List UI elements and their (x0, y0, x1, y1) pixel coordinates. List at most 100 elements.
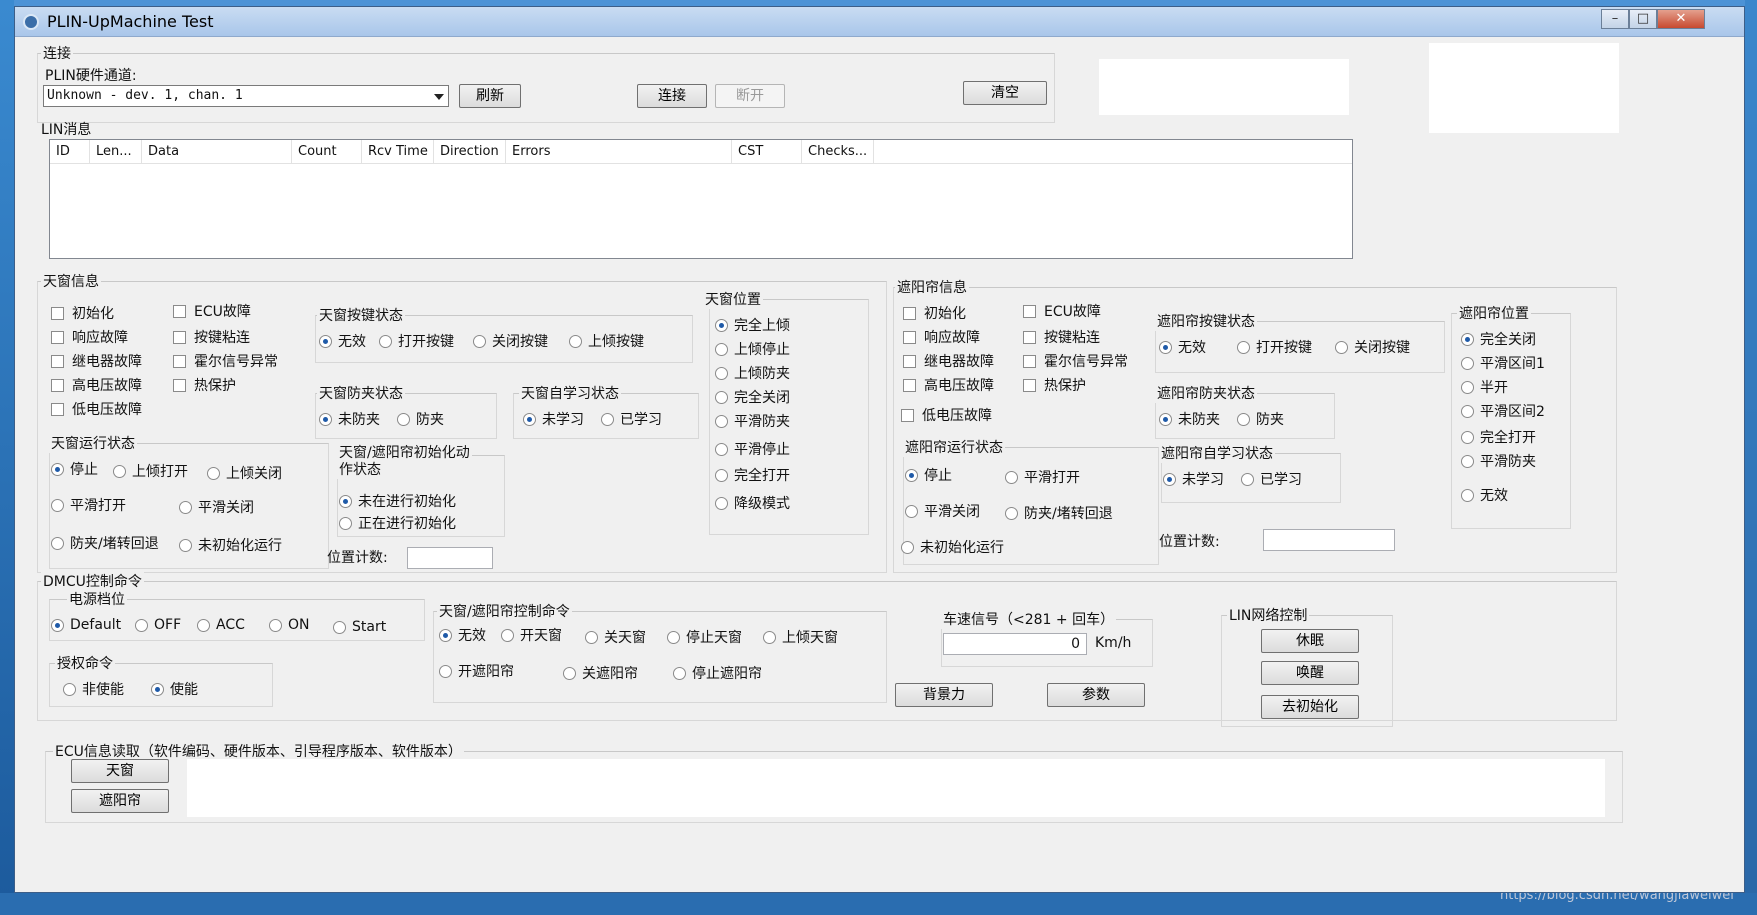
control-cmd-radio[interactable]: 开遮阳帘 (439, 661, 514, 681)
minimize-button[interactable]: – (1601, 9, 1629, 29)
shade-fault-checkbox[interactable]: 继电器故障 (903, 351, 994, 371)
sunroof-pinch-radio[interactable]: 未防夹 (319, 409, 380, 429)
shade-pinch-radio[interactable]: 防夹 (1237, 409, 1284, 429)
sunroof-position-radio[interactable]: 完全上倾 (715, 315, 790, 335)
auth-radio[interactable]: 非使能 (63, 679, 124, 699)
control-cmd-radio[interactable]: 开天窗 (501, 625, 562, 645)
sunroof-position-radio[interactable]: 上倾防夹 (715, 363, 790, 383)
sunroof-key-state-radio[interactable]: 关闭按键 (473, 331, 548, 351)
sunroof-run-state-radio[interactable]: 上倾关闭 (207, 463, 282, 483)
shade-key-state-radio[interactable]: 打开按键 (1237, 337, 1312, 357)
shade-fault-checkbox[interactable]: ECU故障 (1023, 301, 1101, 321)
shade-learn-radio[interactable]: 未学习 (1163, 469, 1224, 489)
lin-message-list[interactable]: ID Len... Data Count Rcv Time Direction … (49, 139, 1353, 259)
shade-fault-checkbox[interactable]: 按键粘连 (1023, 327, 1100, 347)
shade-position-radio[interactable]: 平滑区间1 (1461, 353, 1545, 373)
channel-select[interactable]: Unknown - dev. 1, chan. 1 (43, 85, 449, 107)
sunroof-position-count-input[interactable] (407, 547, 493, 569)
clear-button[interactable]: 清空 (963, 81, 1047, 105)
sunroof-run-state-radio[interactable]: 平滑打开 (51, 495, 126, 515)
close-button[interactable]: ✕ (1657, 9, 1705, 29)
shade-learn-radio[interactable]: 已学习 (1241, 469, 1302, 489)
shade-position-radio[interactable]: 平滑区间2 (1461, 401, 1545, 421)
shade-run-state-radio[interactable]: 防夹/堵转回退 (1005, 503, 1113, 523)
shade-run-state-radio[interactable]: 平滑打开 (1005, 467, 1080, 487)
sunroof-key-state-radio[interactable]: 无效 (319, 331, 366, 351)
shade-fault-checkbox[interactable]: 高电压故障 (903, 375, 994, 395)
shade-fault-checkbox[interactable]: 热保护 (1023, 375, 1086, 395)
power-radio[interactable]: Default (51, 617, 121, 633)
column-header[interactable]: Count (292, 140, 362, 164)
shade-pinch-radio[interactable]: 未防夹 (1159, 409, 1220, 429)
sunroof-fault-checkbox[interactable]: 霍尔信号异常 (173, 351, 278, 371)
sunroof-fault-checkbox[interactable]: 响应故障 (51, 327, 128, 347)
sunroof-fault-checkbox[interactable]: ECU故障 (173, 301, 251, 321)
sunroof-position-radio[interactable]: 上倾停止 (715, 339, 790, 359)
auth-radio[interactable]: 使能 (151, 679, 198, 699)
power-radio[interactable]: ON (269, 617, 310, 633)
column-header[interactable]: CST (732, 140, 802, 164)
disconnect-button[interactable]: 断开 (715, 84, 785, 108)
column-header[interactable]: Len... (90, 140, 142, 164)
backlight-button[interactable]: 背景力 (895, 683, 993, 707)
sunroof-fault-checkbox[interactable]: 低电压故障 (51, 399, 142, 419)
sunroof-position-radio[interactable]: 完全关闭 (715, 387, 790, 407)
column-header[interactable]: Direction (434, 140, 506, 164)
chevron-down-icon[interactable] (434, 94, 444, 100)
power-radio[interactable]: ACC (197, 617, 245, 633)
sunroof-run-state-radio[interactable]: 平滑关闭 (179, 497, 254, 517)
init-state-radio[interactable]: 正在进行初始化 (339, 513, 456, 533)
sunroof-position-radio[interactable]: 降级模式 (715, 493, 790, 513)
sunroof-fault-checkbox[interactable]: 按键粘连 (173, 327, 250, 347)
title-bar[interactable]: PLIN-UpMachine Test – □ ✕ (15, 7, 1744, 37)
shade-run-state-radio[interactable]: 未初始化运行 (901, 537, 1004, 557)
control-cmd-radio[interactable]: 停止天窗 (667, 627, 742, 647)
shade-position-radio[interactable]: 完全打开 (1461, 427, 1536, 447)
shade-position-radio[interactable]: 无效 (1461, 485, 1508, 505)
shade-position-radio[interactable]: 半开 (1461, 377, 1508, 397)
maximize-button[interactable]: □ (1629, 9, 1657, 29)
shade-position-radio[interactable]: 平滑防夹 (1461, 451, 1536, 471)
sunroof-run-state-radio[interactable]: 上倾打开 (113, 461, 188, 481)
control-cmd-radio[interactable]: 上倾天窗 (763, 627, 838, 647)
shade-fault-checkbox[interactable]: 初始化 (903, 303, 966, 323)
shade-key-state-radio[interactable]: 关闭按键 (1335, 337, 1410, 357)
shade-run-state-radio[interactable]: 停止 (905, 465, 952, 485)
sunroof-position-radio[interactable]: 平滑停止 (715, 439, 790, 459)
power-radio[interactable]: OFF (135, 617, 181, 633)
ecu-info-output[interactable] (187, 759, 1605, 817)
shade-position-radio[interactable]: 完全关闭 (1461, 329, 1536, 349)
connect-button[interactable]: 连接 (637, 84, 707, 108)
control-cmd-radio[interactable]: 关遮阳帘 (563, 663, 638, 683)
sunroof-learn-radio[interactable]: 未学习 (523, 409, 584, 429)
refresh-button[interactable]: 刷新 (459, 84, 521, 108)
shade-fault-checkbox[interactable]: 低电压故障 (901, 405, 992, 425)
power-radio[interactable]: Start (333, 619, 386, 635)
column-header[interactable]: Data (142, 140, 292, 164)
column-header[interactable]: Errors (506, 140, 732, 164)
control-cmd-radio[interactable]: 无效 (439, 625, 486, 645)
control-cmd-radio[interactable]: 关天窗 (585, 627, 646, 647)
init-state-radio[interactable]: 未在进行初始化 (339, 491, 456, 511)
speed-input[interactable]: 0 (943, 633, 1087, 655)
sunroof-run-state-radio[interactable]: 停止 (51, 459, 98, 479)
sunroof-key-state-radio[interactable]: 上倾按键 (569, 331, 644, 351)
sunroof-fault-checkbox[interactable]: 继电器故障 (51, 351, 142, 371)
shade-fault-checkbox[interactable]: 响应故障 (903, 327, 980, 347)
read-sunroof-button[interactable]: 天窗 (71, 759, 169, 783)
params-button[interactable]: 参数 (1047, 683, 1145, 707)
column-header[interactable]: Rcv Time (362, 140, 434, 164)
sunroof-fault-checkbox[interactable]: 初始化 (51, 303, 114, 323)
shade-key-state-radio[interactable]: 无效 (1159, 337, 1206, 357)
column-header[interactable]: ID (50, 140, 90, 164)
sunroof-pinch-radio[interactable]: 防夹 (397, 409, 444, 429)
shade-position-count-input[interactable] (1263, 529, 1395, 551)
sunroof-fault-checkbox[interactable]: 高电压故障 (51, 375, 142, 395)
sunroof-position-radio[interactable]: 完全打开 (715, 465, 790, 485)
deinit-button[interactable]: 去初始化 (1261, 695, 1359, 719)
sunroof-fault-checkbox[interactable]: 热保护 (173, 375, 236, 395)
column-header[interactable]: Checks... (802, 140, 874, 164)
read-shade-button[interactable]: 遮阳帘 (71, 789, 169, 813)
shade-run-state-radio[interactable]: 平滑关闭 (905, 501, 980, 521)
shade-fault-checkbox[interactable]: 霍尔信号异常 (1023, 351, 1128, 371)
